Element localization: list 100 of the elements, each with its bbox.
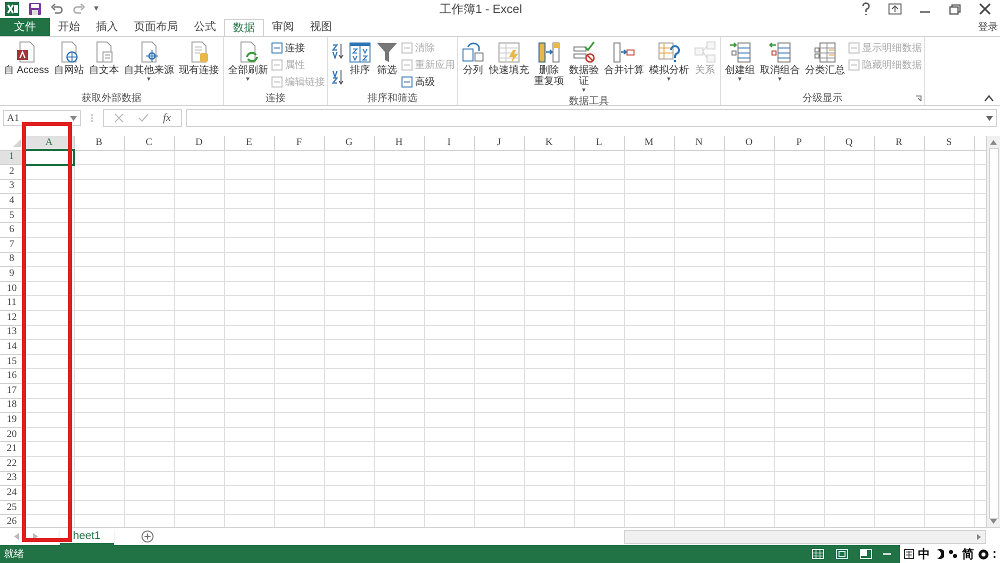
sign-in-link[interactable]: 登录 xyxy=(978,20,998,34)
column-header[interactable]: N xyxy=(674,136,724,150)
ribbon-button[interactable]: 自网站 xyxy=(52,39,86,76)
row-header[interactable]: 8 xyxy=(0,252,24,267)
row-header[interactable]: 6 xyxy=(0,222,24,238)
group-label: 获取外部数据 xyxy=(82,92,142,105)
column-header[interactable]: L xyxy=(574,136,624,150)
column-header[interactable]: M xyxy=(624,136,674,150)
row-header[interactable]: 2 xyxy=(0,164,24,180)
column-header[interactable]: H xyxy=(374,136,424,150)
ribbon-tab[interactable]: 公式 xyxy=(186,18,224,36)
close-icon[interactable] xyxy=(978,3,992,15)
ribbon-tab[interactable]: 视图 xyxy=(302,18,340,36)
dialog-launcher-icon[interactable] xyxy=(915,95,922,102)
ribbon-button[interactable]: 排序 xyxy=(347,39,374,76)
scroll-right-icon[interactable] xyxy=(977,534,981,540)
row-header[interactable]: 5 xyxy=(0,208,24,223)
row-header[interactable]: 3 xyxy=(0,179,24,194)
row-header[interactable]: 22 xyxy=(0,456,24,472)
row-header[interactable]: 26 xyxy=(0,514,24,527)
row-header[interactable]: 19 xyxy=(0,412,24,428)
insert-function-button[interactable]: fx xyxy=(163,110,171,126)
column-header[interactable]: J xyxy=(474,136,524,150)
ribbon-button[interactable]: 分列 xyxy=(460,39,486,76)
ribbon-button[interactable]: 合并计算 xyxy=(602,39,646,76)
row-header[interactable]: 11 xyxy=(0,296,24,311)
row-header[interactable]: 9 xyxy=(0,266,24,282)
ribbon-tab[interactable]: 插入 xyxy=(88,18,126,36)
file-tab[interactable]: 文件 xyxy=(0,18,50,36)
column-header[interactable]: C xyxy=(124,136,174,150)
sort-descending-icon[interactable] xyxy=(332,69,344,85)
formula-input[interactable] xyxy=(186,109,997,127)
column-header[interactable]: O xyxy=(724,136,774,150)
ribbon-small-button[interactable]: 高级 xyxy=(401,74,456,90)
save-icon[interactable] xyxy=(28,2,42,16)
row-header[interactable]: 21 xyxy=(0,442,24,456)
ribbon-tab[interactable]: 审阅 xyxy=(264,18,302,36)
group-label: 连接 xyxy=(266,92,286,105)
row-header[interactable]: 25 xyxy=(0,500,24,515)
ribbon-button[interactable]: 删除 重复项 xyxy=(532,39,566,87)
ime-mode-label[interactable]: 简 xyxy=(962,545,974,563)
row-header[interactable]: 17 xyxy=(0,384,24,398)
add-sheet-icon[interactable] xyxy=(140,530,154,543)
row-header[interactable]: 23 xyxy=(0,471,24,486)
dropdown-icon xyxy=(70,116,77,120)
column-header[interactable]: S xyxy=(924,136,974,150)
remove-duplicates-icon xyxy=(538,41,560,63)
ribbon-button[interactable]: 快速填充 xyxy=(487,39,532,76)
ribbon-button[interactable]: 自文本 xyxy=(87,39,122,76)
column-header[interactable]: E xyxy=(224,136,274,150)
ribbon-button[interactable]: 现有连接 xyxy=(177,39,222,76)
ribbon-display-icon[interactable] xyxy=(888,3,902,15)
access-file-icon xyxy=(16,41,38,63)
column-header[interactable]: G xyxy=(324,136,374,150)
page-break-icon[interactable] xyxy=(860,549,872,559)
ime-mode-label[interactable]: 中 xyxy=(918,545,930,563)
scroll-right-icon[interactable] xyxy=(33,533,38,540)
ribbon-button[interactable]: 分类汇总 xyxy=(803,39,848,76)
row-header[interactable]: 12 xyxy=(0,310,24,326)
page-layout-icon[interactable] xyxy=(836,549,848,559)
column-header[interactable]: D xyxy=(174,136,224,150)
scroll-up-icon[interactable] xyxy=(990,140,997,145)
ime-toolbar[interactable]: 中 简 xyxy=(900,545,1000,563)
customize-dropdown[interactable]: ▾ xyxy=(94,2,99,16)
row-header[interactable]: 7 xyxy=(0,238,24,252)
ribbon-button[interactable]: 自 Access xyxy=(2,39,52,76)
row-header[interactable]: 10 xyxy=(0,281,24,296)
collapse-ribbon-icon[interactable] xyxy=(984,94,994,102)
ribbon-button[interactable]: 筛选 xyxy=(374,39,400,76)
column-header[interactable]: F xyxy=(274,136,324,150)
ribbon-tab[interactable]: 页面布局 xyxy=(126,18,186,36)
horizontal-scrollbar[interactable] xyxy=(624,530,986,544)
row-header[interactable]: 20 xyxy=(0,427,24,442)
restore-icon[interactable] xyxy=(948,3,962,15)
row-header[interactable]: 13 xyxy=(0,325,24,340)
consolidate-icon xyxy=(613,41,636,63)
row-header[interactable]: 15 xyxy=(0,354,24,369)
row-header[interactable]: 4 xyxy=(0,194,24,208)
column-header[interactable]: I xyxy=(424,136,474,150)
column-header[interactable]: P xyxy=(774,136,824,150)
column-header[interactable]: R xyxy=(874,136,924,150)
ribbon-small-button[interactable]: 连接 xyxy=(271,40,326,56)
subtotal-icon xyxy=(814,41,836,63)
normal-view-icon[interactable] xyxy=(812,549,824,559)
row-header[interactable]: 18 xyxy=(0,398,24,413)
column-header[interactable]: K xyxy=(524,136,574,150)
sheet-tab[interactable]: heet1 xyxy=(60,528,114,544)
help-icon[interactable] xyxy=(860,2,872,16)
undo-icon[interactable] xyxy=(50,2,64,16)
name-box[interactable]: A1 xyxy=(3,110,81,126)
row-header[interactable]: 16 xyxy=(0,368,24,384)
zoom-slider-icon[interactable] xyxy=(882,551,892,557)
ribbon-tab[interactable]: 数据 xyxy=(224,19,264,37)
column-header[interactable]: Q xyxy=(824,136,874,150)
column-header[interactable]: B xyxy=(74,136,124,150)
row-header[interactable]: 24 xyxy=(0,486,24,500)
ribbon-tab[interactable]: 开始 xyxy=(50,18,88,36)
row-header[interactable]: 14 xyxy=(0,340,24,354)
sort-ascending-icon[interactable] xyxy=(332,43,344,59)
vertical-scrollbar[interactable] xyxy=(986,136,1000,527)
